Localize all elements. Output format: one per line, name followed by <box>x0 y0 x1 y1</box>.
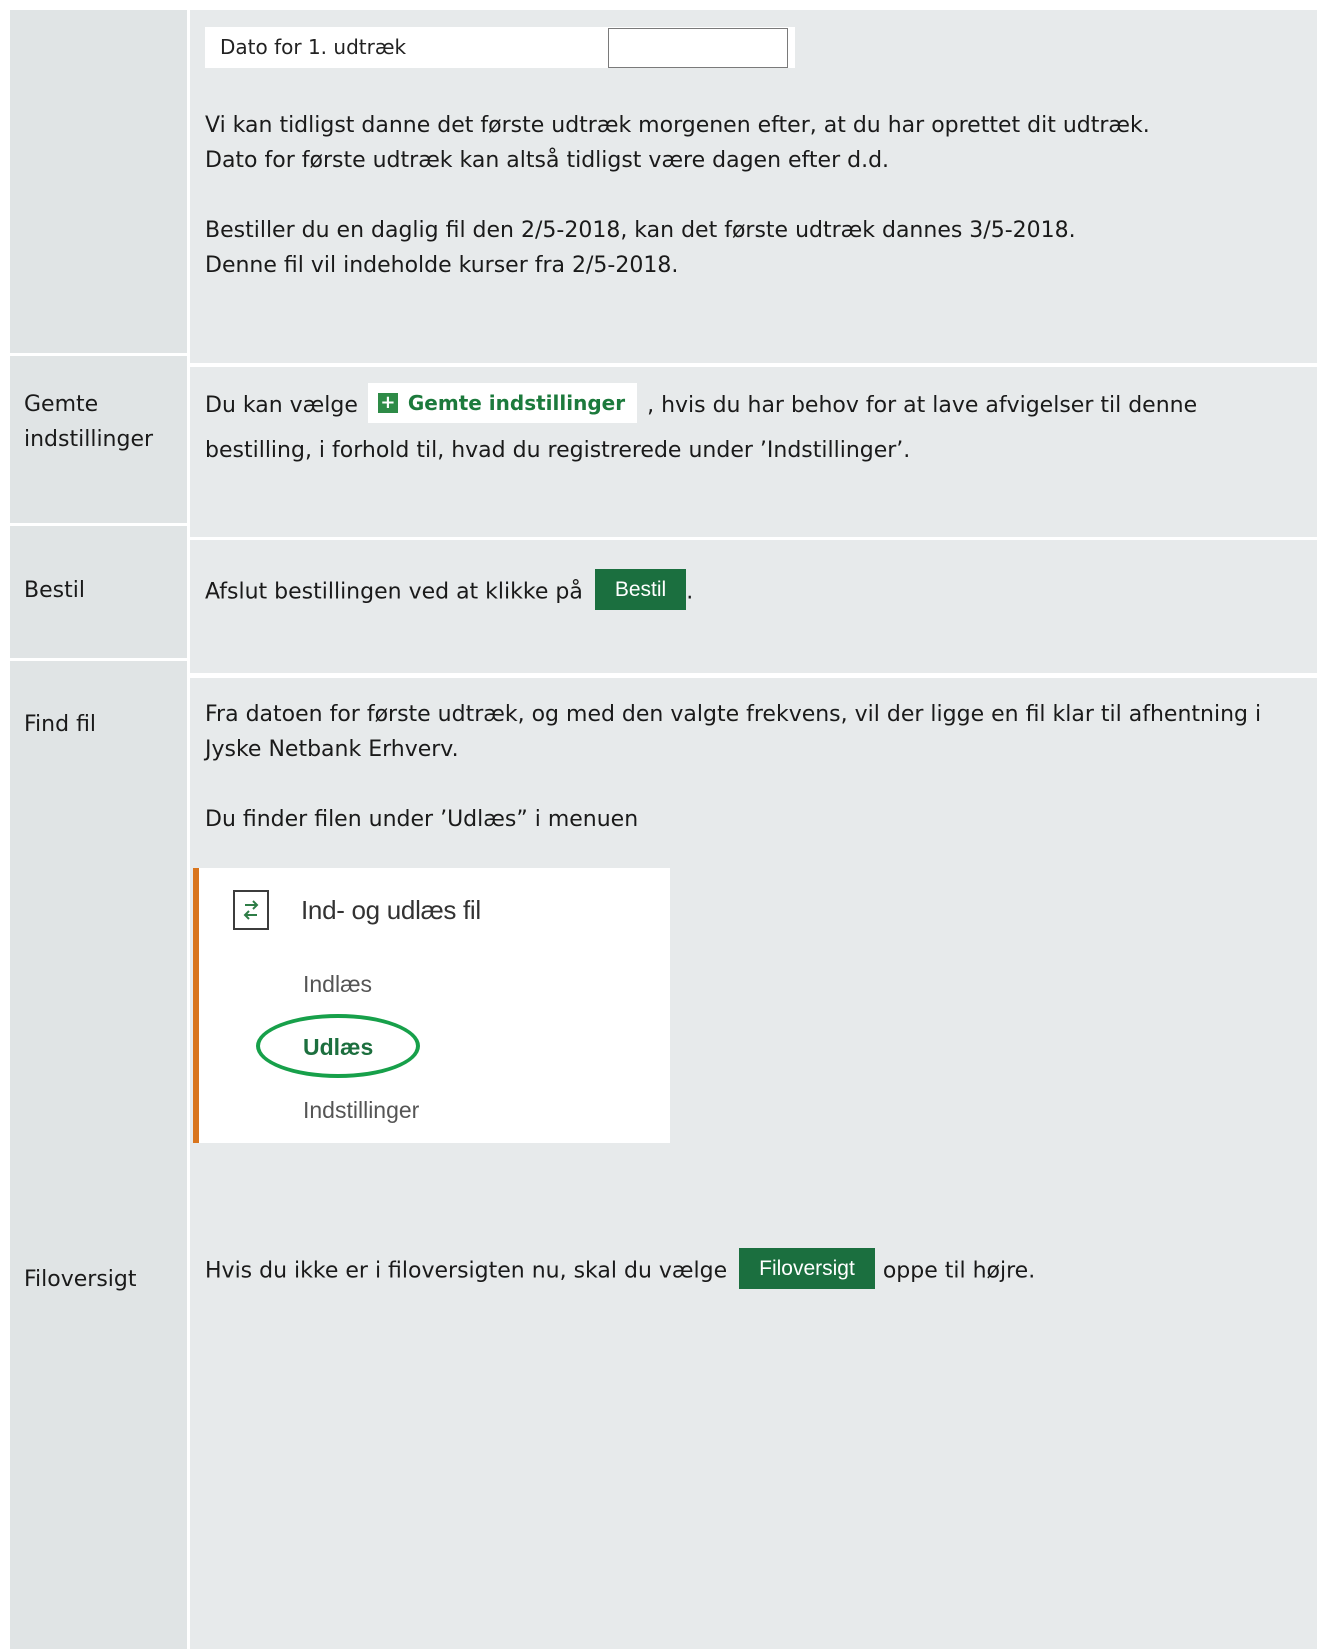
saved-settings-button[interactable]: + Gemte indstillinger <box>367 383 638 423</box>
date-field-label: Dato for 1. udtræk <box>220 35 407 59</box>
row-bestil-content-cell: Afslut bestillingen ved at klikke på Best… <box>190 540 1317 673</box>
file-menu-panel: Ind- og udlæs fil Indlæs Udlæs Indstilli… <box>193 868 670 1143</box>
inline-text: , hvis du har behov for at lave afvigels… <box>647 393 1198 418</box>
paragraph-line: Vi kan tidligst danne det første udtræk … <box>205 113 1150 138</box>
row-label: Find fil <box>24 712 97 737</box>
file-overview-button[interactable]: Filoversigt <box>739 1248 875 1289</box>
plus-icon: + <box>377 392 398 413</box>
paragraph-line: Hvis du ikke er i filoversigten nu, skal… <box>205 1248 1036 1292</box>
row-label: indstillinger <box>24 427 154 452</box>
paragraph-line: Du finder filen under ’Udlæs” i menuen <box>205 807 639 832</box>
menu-item-indstillinger[interactable]: Indstillinger <box>303 1097 419 1124</box>
menu-title: Ind- og udlæs fil <box>301 895 481 925</box>
row-find-label-cell: Find fil Filoversigt <box>10 661 187 1649</box>
inline-text: oppe til højre. <box>882 1258 1036 1284</box>
row-label: Bestil <box>24 578 85 603</box>
paragraph-line: bestilling, i forhold til, hvad du regis… <box>205 438 911 463</box>
row-bestil-label-cell: Bestil <box>10 526 187 658</box>
highlight-circle <box>256 1014 420 1078</box>
inline-text: Hvis du ikke er i filoversigten nu, skal… <box>205 1258 728 1284</box>
paragraph-line: Dato for første udtræk kan altså tidligs… <box>205 148 890 173</box>
row-find-content-cell: Fra datoen for første udtræk, og med den… <box>190 678 1317 1649</box>
row-gemte-content-cell: Du kan vælge + Gemte indstillinger , hvis d… <box>190 367 1317 537</box>
paragraph-line: Jyske Netbank Erhverv. <box>205 737 459 762</box>
row-date-content-cell: Dato for 1. udtræk Vi kan tidligst danne… <box>190 10 1317 363</box>
paragraph-line: Denne fil vil indeholde kurser fra 2/5-2… <box>205 253 679 278</box>
row-label: Gemte <box>24 392 99 417</box>
row-date-label-cell <box>10 10 187 353</box>
menu-item-indlaes[interactable]: Indlæs <box>303 971 372 998</box>
instruction-table: Dato for 1. udtræk Vi kan tidligst danne… <box>10 10 1317 1649</box>
inline-text: . <box>686 579 694 605</box>
saved-settings-button-label: Gemte indstillinger <box>407 391 626 415</box>
paragraph-line: Du kan vælge + Gemte indstillinger , hvis d… <box>205 383 1198 426</box>
swap-arrows-icon <box>233 890 269 930</box>
paragraph-line: Fra datoen for første udtræk, og med den… <box>205 702 1262 727</box>
paragraph-line: Afslut bestillingen ved at klikke på Best… <box>205 569 694 613</box>
row-gemte-label-cell: Gemte indstillinger <box>10 356 187 523</box>
inline-text: Afslut bestillingen ved at klikke på <box>205 579 583 605</box>
date-input[interactable] <box>608 28 788 68</box>
inline-text: Du kan vælge <box>205 393 358 418</box>
order-button[interactable]: Bestil <box>594 569 687 610</box>
row-label: Filoversigt <box>24 1267 137 1292</box>
paragraph-line: Bestiller du en daglig fil den 2/5-2018,… <box>205 218 1076 243</box>
